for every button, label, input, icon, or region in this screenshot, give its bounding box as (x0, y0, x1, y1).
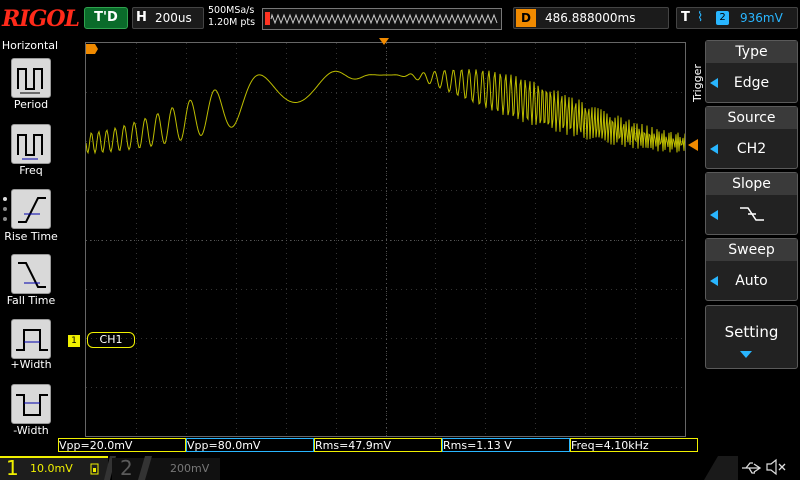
bottom-corner-icon (704, 456, 738, 480)
usb-icon (742, 462, 762, 474)
memory-window-marker (265, 12, 270, 25)
measurement-ch2-vpp[interactable]: Vpp=80.0mV (186, 438, 314, 452)
pos-width-label: +Width (10, 358, 52, 371)
freq-button[interactable] (11, 124, 51, 164)
period-icon (17, 68, 43, 94)
rise-time-icon (18, 197, 46, 223)
run-status-badge[interactable]: T'D (84, 7, 128, 29)
pos-width-button[interactable] (11, 319, 51, 359)
slope-heading: Slope (706, 173, 797, 195)
horizontal-letter: H (136, 10, 147, 25)
type-arrow-icon (710, 78, 718, 88)
sound-muted-icon[interactable] (765, 458, 787, 476)
left-menu-title: Horizontal (1, 39, 59, 52)
trigger-level-marker-icon[interactable] (688, 139, 698, 151)
ch1-label: CH1 (87, 332, 135, 348)
ch1-scale-value: 10.0mV (30, 462, 73, 475)
ch1-bandwidth-icon (90, 463, 99, 475)
measurement-ch2-rms[interactable]: Rms=1.13 V (442, 438, 570, 452)
rigol-logo: RIGOL (2, 6, 80, 32)
memory-depth: 1.20M pts (208, 17, 256, 28)
ch1-ground-marker[interactable]: 1 (68, 335, 80, 347)
ch1-waveform (86, 69, 685, 155)
type-heading: Type (706, 41, 797, 63)
ch2-scale-value: 200mV (170, 462, 210, 475)
neg-width-label: -Width (13, 424, 49, 437)
setting-label: Setting (724, 323, 779, 341)
rise-time-button[interactable] (11, 189, 51, 229)
type-value: Edge (733, 75, 770, 91)
measurement-ch1-vpp[interactable]: Vpp=20.0mV (58, 438, 186, 452)
waveform-display[interactable] (85, 42, 686, 437)
neg-width-button[interactable] (11, 384, 51, 424)
slope-arrow-icon (710, 210, 718, 220)
pos-width-icon (16, 329, 48, 351)
neg-width-icon (16, 394, 48, 416)
source-value: CH2 (736, 141, 767, 157)
fall-time-icon (18, 262, 46, 288)
trigger-position-marker-icon[interactable] (379, 38, 389, 46)
falling-slope-icon (740, 207, 764, 221)
delay-letter: D (516, 9, 536, 27)
ch2-separator-icon (138, 456, 152, 480)
measurement-ch1-freq[interactable]: Freq=4.10kHz (570, 438, 698, 452)
fall-time-label: Fall Time (6, 294, 56, 307)
trigger-slope-icon: ⌇ (697, 10, 704, 25)
freq-icon (17, 134, 43, 160)
source-heading: Source (706, 107, 797, 129)
page-indicator-icon (3, 197, 7, 221)
trigger-source-badge: 2 (716, 11, 729, 25)
sweep-heading: Sweep (706, 239, 797, 261)
period-label: Period (13, 98, 49, 111)
measurement-ch1-rms[interactable]: Rms=47.9mV (314, 438, 442, 452)
source-arrow-icon (710, 144, 718, 154)
trigger-menu-title: Trigger (691, 64, 704, 102)
trigger-letter: T (681, 10, 690, 25)
fall-time-button[interactable] (11, 254, 51, 294)
memory-waveform-strip (262, 8, 502, 30)
period-button[interactable] (11, 58, 51, 98)
delay-value: 486.888000ms (545, 11, 636, 25)
trigger-level-value: 936mV (740, 11, 783, 25)
setting-down-arrow-icon (740, 351, 752, 358)
ch1-number: 1 (6, 456, 19, 480)
sweep-arrow-icon (710, 276, 718, 286)
left-trigger-marker-icon (86, 44, 98, 54)
freq-label: Freq (19, 164, 43, 177)
ch2-number: 2 (120, 456, 133, 480)
sweep-value: Auto (735, 273, 768, 289)
timebase-value: 200us (155, 11, 192, 25)
rise-time-label: Rise Time (4, 230, 58, 243)
